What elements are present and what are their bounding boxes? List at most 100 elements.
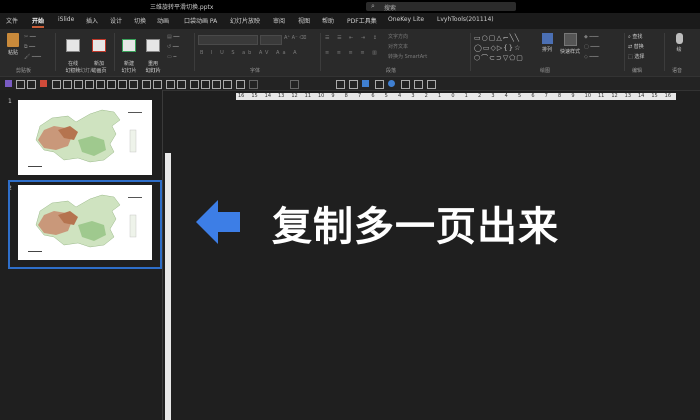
tab-help[interactable]: 帮助 — [322, 16, 334, 25]
tab-insert[interactable]: 插入 — [86, 16, 98, 25]
send-backward-icon[interactable] — [177, 80, 186, 89]
size-width-icon[interactable] — [249, 80, 258, 89]
merge-shapes-icon[interactable] — [190, 80, 199, 89]
ruler-tick-label: 8 — [558, 93, 562, 99]
tab-transitions[interactable]: 切换 — [134, 16, 146, 25]
slide-thumbnail-1[interactable] — [18, 100, 152, 175]
font-size-adjust[interactable]: A⁺ A⁻ ⌫ — [284, 35, 306, 41]
font-format-row[interactable]: B I U S ab AV Aa A — [200, 50, 300, 56]
ruler-tick-label: 12 — [611, 93, 618, 99]
shapes-gallery[interactable]: ▭○▢△⌐╲╲ ◯▭◇▷{}☆ ⬡⌒⊂⊃▽⬠▢ — [474, 33, 532, 63]
ruler-tick-label: 14 — [638, 93, 645, 99]
tab-design[interactable]: 设计 — [110, 16, 122, 25]
ribbon-tabs: 文件 开始 iSlide 插入 设计 切换 动画 口袋动画 PA 幻灯片放映 审… — [0, 13, 700, 29]
ink-button[interactable]: 绘 — [670, 33, 688, 53]
quick-styles-button[interactable]: 快速样式 — [559, 33, 581, 55]
align-right-icon[interactable] — [74, 80, 83, 89]
tab-view[interactable]: 视图 — [298, 16, 310, 25]
font-family-select[interactable] — [198, 35, 258, 45]
copy-button[interactable]: ⧉ ━━ — [24, 44, 35, 50]
shape-effects-button[interactable]: ◇ ━━━ — [584, 54, 598, 60]
ungroup-icon[interactable] — [153, 80, 162, 89]
quick-styles-label: 快速样式 — [559, 49, 580, 55]
tab-review[interactable]: 审阅 — [273, 16, 285, 25]
tab-onekey[interactable]: OneKey Lite — [388, 16, 424, 23]
shape-fill-button[interactable]: ◆ ━━━ — [584, 34, 598, 40]
font-size-select[interactable] — [260, 35, 282, 45]
ruler-tick-label: 3 — [491, 93, 495, 99]
picture-icon[interactable] — [362, 80, 369, 87]
find-button[interactable]: ⌕ 查找 — [628, 33, 642, 40]
ruler-tick-label: 6 — [371, 93, 375, 99]
replace-label: 替换 — [633, 44, 644, 50]
undo-icon[interactable] — [16, 80, 25, 89]
select-label: 选择 — [634, 54, 645, 60]
search-box[interactable]: ⌕ 搜索 — [366, 2, 516, 12]
align-buttons[interactable]: ≡ ≡ ≡ ≡ ▥ — [325, 50, 380, 56]
select-button[interactable]: ⬚ 选择 — [628, 53, 644, 60]
tab-home[interactable]: 开始 — [32, 16, 45, 28]
replace-button[interactable]: ⇄ 替换 — [628, 43, 644, 50]
ink-label: 绘 — [676, 47, 682, 53]
redo-icon[interactable] — [27, 80, 36, 89]
more-tools-icon[interactable] — [427, 80, 436, 89]
ruler-tick-label: 11 — [598, 93, 605, 99]
align-top-icon[interactable] — [85, 80, 94, 89]
arrange-icon — [541, 33, 553, 44]
ruler-tick-label: 10 — [584, 93, 592, 99]
tab-pocket-animation[interactable]: 口袋动画 PA — [184, 16, 217, 25]
shape-outline-button[interactable]: ▢ ━━━ — [584, 44, 599, 50]
text-direction-button[interactable]: 文字方向 — [388, 33, 408, 40]
layout-button[interactable]: ▤ ━━ — [167, 34, 179, 40]
pane-divider[interactable] — [162, 90, 163, 420]
tab-file[interactable]: 文件 — [6, 16, 18, 25]
intersect-icon[interactable] — [201, 80, 210, 89]
subtract-icon[interactable] — [212, 80, 221, 89]
save-icon[interactable] — [5, 80, 12, 87]
rotate-icon[interactable] — [236, 80, 245, 89]
bring-forward-icon[interactable] — [166, 80, 175, 89]
group-divider — [320, 33, 321, 71]
horizontal-ruler: 16 15 14 13 12 11 10 9 8 7 6 5 4 3 2 1 0 1 2 3 4 5 6 7 8 9 10 11 12 1… — [236, 93, 676, 100]
format-painter-button[interactable]: 🖌 ━━━ — [24, 54, 41, 60]
tab-lvyhtools[interactable]: LvyhTools(201114) — [437, 16, 494, 23]
tab-slideshow[interactable]: 幻灯片放映 — [230, 16, 260, 25]
tab-islide[interactable]: iSlide — [58, 16, 74, 23]
tab-pdf-tools[interactable]: PDF工具集 — [347, 16, 377, 25]
paste-label: 粘贴 — [7, 50, 18, 56]
align-center-icon[interactable] — [63, 80, 72, 89]
paste-button[interactable]: 粘贴 — [4, 33, 22, 56]
new-slide-button[interactable]: 新建 幻灯片 — [118, 33, 140, 74]
fragment-icon[interactable] — [223, 80, 232, 89]
shape-icon[interactable] — [336, 80, 345, 89]
align-text-button[interactable]: 对齐文本 — [388, 43, 408, 50]
smartart-button[interactable]: 转换为 SmartArt — [388, 53, 427, 60]
size-height-icon[interactable] — [290, 80, 299, 89]
textbox-icon[interactable] — [375, 80, 384, 89]
arrange-label: 排列 — [541, 47, 552, 53]
align-bottom-icon[interactable] — [107, 80, 116, 89]
title-bar: 三维旋转平滑切换.pptx ⌕ 搜索 — [0, 0, 700, 13]
section-button[interactable]: ▭ ━ — [167, 54, 176, 60]
distribute-horizontal-icon[interactable] — [118, 80, 127, 89]
align-left-icon[interactable] — [52, 80, 61, 89]
start-slideshow-icon[interactable] — [40, 80, 47, 87]
group-icon[interactable] — [142, 80, 151, 89]
rectangle-icon[interactable] — [349, 80, 358, 89]
list-buttons[interactable]: ☰ ☰ ⇤ ⇥ ↕ — [325, 35, 380, 41]
color-picker-icon[interactable] — [388, 80, 395, 87]
tab-animations[interactable]: 动画 — [157, 16, 169, 25]
arrange-button[interactable]: 排列 — [538, 33, 556, 53]
eyedropper-icon[interactable] — [401, 80, 410, 89]
cut-button[interactable]: ✂ ━━ — [24, 34, 36, 40]
drawing-group-label: 绘图 — [540, 68, 551, 74]
reset-button[interactable]: ↺ ━━ — [167, 44, 179, 50]
ruler-tick-label: 5 — [384, 93, 388, 99]
quick-access-toolbar — [0, 76, 700, 91]
editing-group-label: 编辑 — [632, 68, 643, 74]
quick-styles-icon — [563, 33, 577, 46]
slide-thumbnail-2[interactable] — [18, 185, 152, 260]
distribute-vertical-icon[interactable] — [129, 80, 138, 89]
align-middle-icon[interactable] — [96, 80, 105, 89]
format-painter-icon[interactable] — [414, 80, 423, 89]
